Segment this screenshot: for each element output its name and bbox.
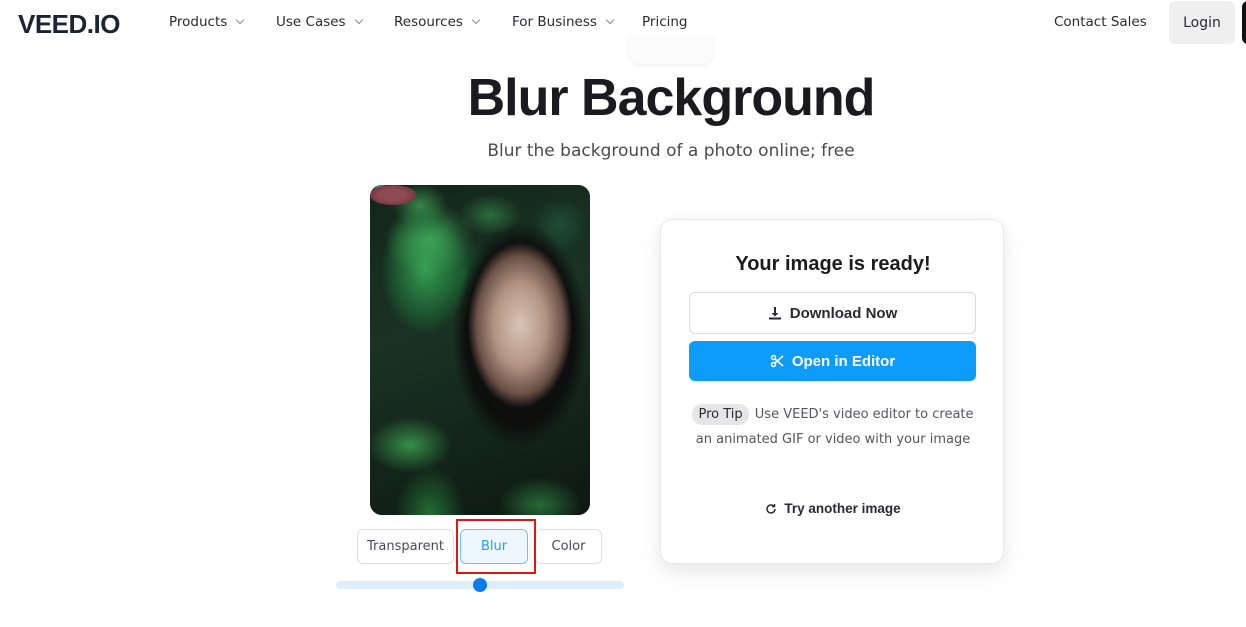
try-another-image-label: Try another image xyxy=(784,501,901,516)
download-now-label: Download Now xyxy=(789,304,898,322)
chevron-down-icon xyxy=(471,15,481,25)
slider-thumb[interactable] xyxy=(473,578,487,592)
chevron-down-icon xyxy=(236,15,245,25)
result-card-title: Your image is ready! xyxy=(735,253,931,275)
nav-use-cases-label: Use Cases xyxy=(276,14,346,30)
mode-blur-button[interactable]: Blur xyxy=(460,529,528,564)
signup-button-edge[interactable] xyxy=(1242,1,1246,44)
open-in-editor-label: Open in Editor xyxy=(791,352,896,370)
nav-use-cases[interactable]: Use Cases xyxy=(276,14,363,30)
nav-pricing-label: Pricing xyxy=(642,14,688,30)
nav-products-label: Products xyxy=(169,14,228,30)
blur-amount-slider[interactable] xyxy=(336,578,624,592)
nav-for-business[interactable]: For Business xyxy=(512,14,615,30)
scissors-icon xyxy=(770,354,784,368)
nav-resources[interactable]: Resources xyxy=(394,14,481,30)
mode-transparent-button[interactable]: Transparent xyxy=(357,529,454,564)
pro-tip: Pro Tip Use VEED's video editor to creat… xyxy=(683,402,983,452)
page-title: Blur Background xyxy=(467,69,876,127)
pro-tip-badge: Pro Tip xyxy=(692,404,749,425)
mode-color-button[interactable]: Color xyxy=(535,529,602,564)
result-image-preview xyxy=(370,185,590,515)
veed-logo[interactable]: VEED.IO xyxy=(18,9,120,40)
floating-pill xyxy=(628,36,714,64)
result-card: Your image is ready! Download Now Open i… xyxy=(660,219,1004,564)
download-icon xyxy=(768,306,782,320)
chevron-down-icon xyxy=(605,15,615,25)
login-button[interactable]: Login xyxy=(1169,1,1235,44)
nav-for-business-label: For Business xyxy=(512,14,597,30)
open-in-editor-button[interactable]: Open in Editor xyxy=(689,341,976,381)
page-subtitle: Blur the background of a photo online; f… xyxy=(487,141,855,161)
foreground-leaf xyxy=(370,185,490,295)
nav-pricing[interactable]: Pricing xyxy=(642,14,688,30)
contact-sales-link[interactable]: Contact Sales xyxy=(1054,14,1147,30)
nav-resources-label: Resources xyxy=(394,14,463,30)
nav-products[interactable]: Products xyxy=(169,14,245,30)
chevron-down-icon xyxy=(354,15,363,25)
top-navigation: VEED.IO Products Use Cases Resources For… xyxy=(0,0,1246,46)
try-another-image-button[interactable]: Try another image xyxy=(661,501,1005,516)
refresh-icon xyxy=(765,503,777,515)
download-now-button[interactable]: Download Now xyxy=(689,292,976,334)
